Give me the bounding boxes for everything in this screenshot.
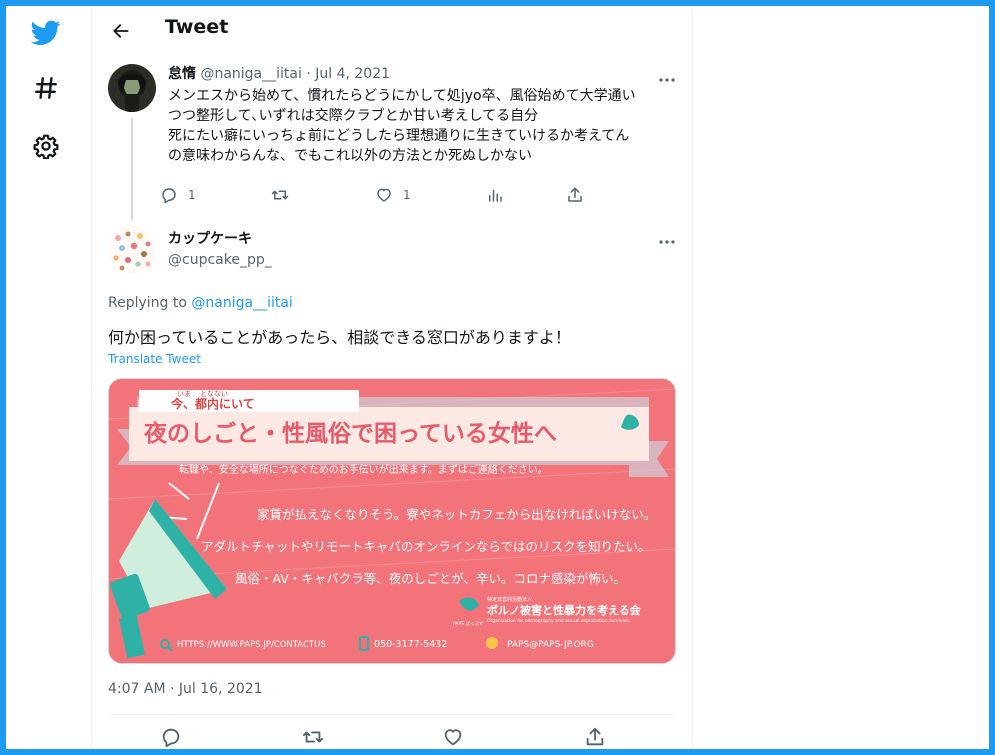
handle[interactable]: @naniga__iitai (200, 66, 301, 82)
share-button[interactable] (584, 724, 606, 749)
analytics-button[interactable] (486, 182, 504, 208)
handle[interactable]: @cupcake_pp_ (168, 251, 272, 269)
replying-to-link[interactable]: @naniga__iitai (191, 295, 292, 311)
translate-link[interactable]: Translate Tweet (108, 351, 201, 367)
like-count: 1 (403, 188, 411, 202)
like-button[interactable]: 1 (375, 182, 411, 208)
left-nav (6, 6, 90, 749)
divider (108, 714, 676, 715)
display-name[interactable]: カップケーキ (168, 230, 252, 248)
avatar[interactable] (108, 226, 156, 274)
poster-headline: 夜のしごと・性風俗で困っている女性へ (143, 420, 557, 447)
separator: · (306, 66, 311, 82)
tweet-actions (108, 724, 676, 749)
poster-email: PAPS@PAPS-JP.ORG (507, 640, 594, 650)
poster-subtitle: 今、都内にいて (170, 396, 255, 411)
like-button[interactable] (442, 724, 464, 749)
hashtag-icon[interactable] (26, 68, 66, 108)
poster-item: 風俗・AV・キャバクラ等、夜のしごとが、辛い。コロナ感染が怖い。 (235, 571, 626, 586)
poster-org-name: ポルノ被害と性暴力を考える会 (487, 603, 642, 617)
poster-org-small: 特定非営利活動法人 (487, 596, 532, 603)
poster-org-short: PAPS ぱっぷす (453, 620, 484, 627)
tweet-line: つつ整形して､いずれは交際クラブとか甘い考えしてる自分 (168, 108, 539, 124)
share-button[interactable] (566, 182, 584, 208)
more-options-icon[interactable] (656, 232, 678, 252)
tweet-text: メンエスから始めて、慣れたらどうにかして処jyo卒、風俗始めて大学通い つつ整形… (168, 86, 678, 166)
reply-icon (162, 728, 180, 748)
tweet-text: 何か困っていることがあったら、相談できる窓口がありますよ！ (108, 328, 571, 347)
tweet-header: 怠惰 @naniga__iitai · Jul 4, 2021 (168, 65, 390, 83)
reply-count: 1 (188, 188, 196, 202)
gear-icon[interactable] (26, 126, 66, 166)
page-header: Tweet (92, 6, 692, 54)
reply-button[interactable] (160, 724, 182, 749)
poster-item: 家賃が払えなくなりそう。寮やネットカフェから出なければいけない。 (257, 507, 656, 522)
tweet-line: の意味わからんな、でもこれ以外の方法とか死ぬしかない (168, 148, 532, 164)
display-name[interactable]: 怠惰 (168, 66, 196, 82)
tweet-line: 死にたい癖にいっちょ前にどうしたら理想通りに生きていけるか考えてん (168, 128, 630, 144)
parent-tweet[interactable]: 怠惰 @naniga__iitai · Jul 4, 2021 メンエスから始め… (92, 56, 692, 206)
browser-viewport: Tweet 怠惰 @naniga__iitai · Jul 4, 2021 メン… (6, 6, 989, 749)
tweet-actions: 1 1 (160, 182, 590, 208)
heart-icon (444, 729, 462, 746)
main-column: Tweet 怠惰 @naniga__iitai · Jul 4, 2021 メン… (91, 6, 693, 749)
page-title: Tweet (165, 16, 229, 38)
share-icon (568, 187, 582, 202)
poster-lead: 転職や、安全な場所につなぐためのお手伝いが出来ます。まずはご連絡ください。 (179, 463, 548, 476)
reply-icon (162, 188, 176, 204)
retweet-button[interactable] (270, 182, 290, 208)
poster-item: アダルトチャットやリモートキャバのオンラインならではのリスクを知りたい。 (201, 539, 651, 554)
tweet-date[interactable]: Jul 4, 2021 (315, 66, 390, 82)
heart-icon (377, 188, 391, 202)
focused-tweet: カップケーキ @cupcake_pp_ Replying to @naniga_… (92, 218, 692, 749)
twitter-bird-icon[interactable] (26, 13, 66, 53)
retweet-icon (302, 731, 324, 743)
analytics-icon (489, 189, 502, 202)
replying-label: Replying to (108, 295, 187, 311)
replying-to: Replying to @naniga__iitai (108, 294, 293, 312)
avatar[interactable] (108, 64, 156, 112)
poster-url: HTTPS://WWW.PAPS.JP/CONTACTUS (177, 640, 326, 650)
poster-graphic: いま となない 今、都内にいて 夜のしごと・性風俗で困っている女性へ 転職や、安… (109, 379, 675, 663)
tweet-image[interactable]: いま となない 今、都内にいて 夜のしごと・性風俗で困っている女性へ 転職や、安… (108, 378, 676, 664)
back-arrow-icon[interactable] (104, 14, 138, 48)
thread-connector (131, 118, 133, 220)
poster-org-en: Organization for pornography and sexual … (487, 618, 630, 624)
tweet-line: メンエスから始めて、慣れたらどうにかして処jyo卒、風俗始めて大学通い (168, 88, 636, 104)
share-icon (586, 727, 604, 746)
retweet-button[interactable] (301, 724, 325, 749)
tweet-timestamp[interactable]: 4:07 AM · Jul 16, 2021 (108, 680, 263, 698)
retweet-icon (271, 190, 289, 200)
poster-phone: 050-3177-5432 (374, 639, 447, 650)
reply-button[interactable]: 1 (160, 182, 196, 208)
